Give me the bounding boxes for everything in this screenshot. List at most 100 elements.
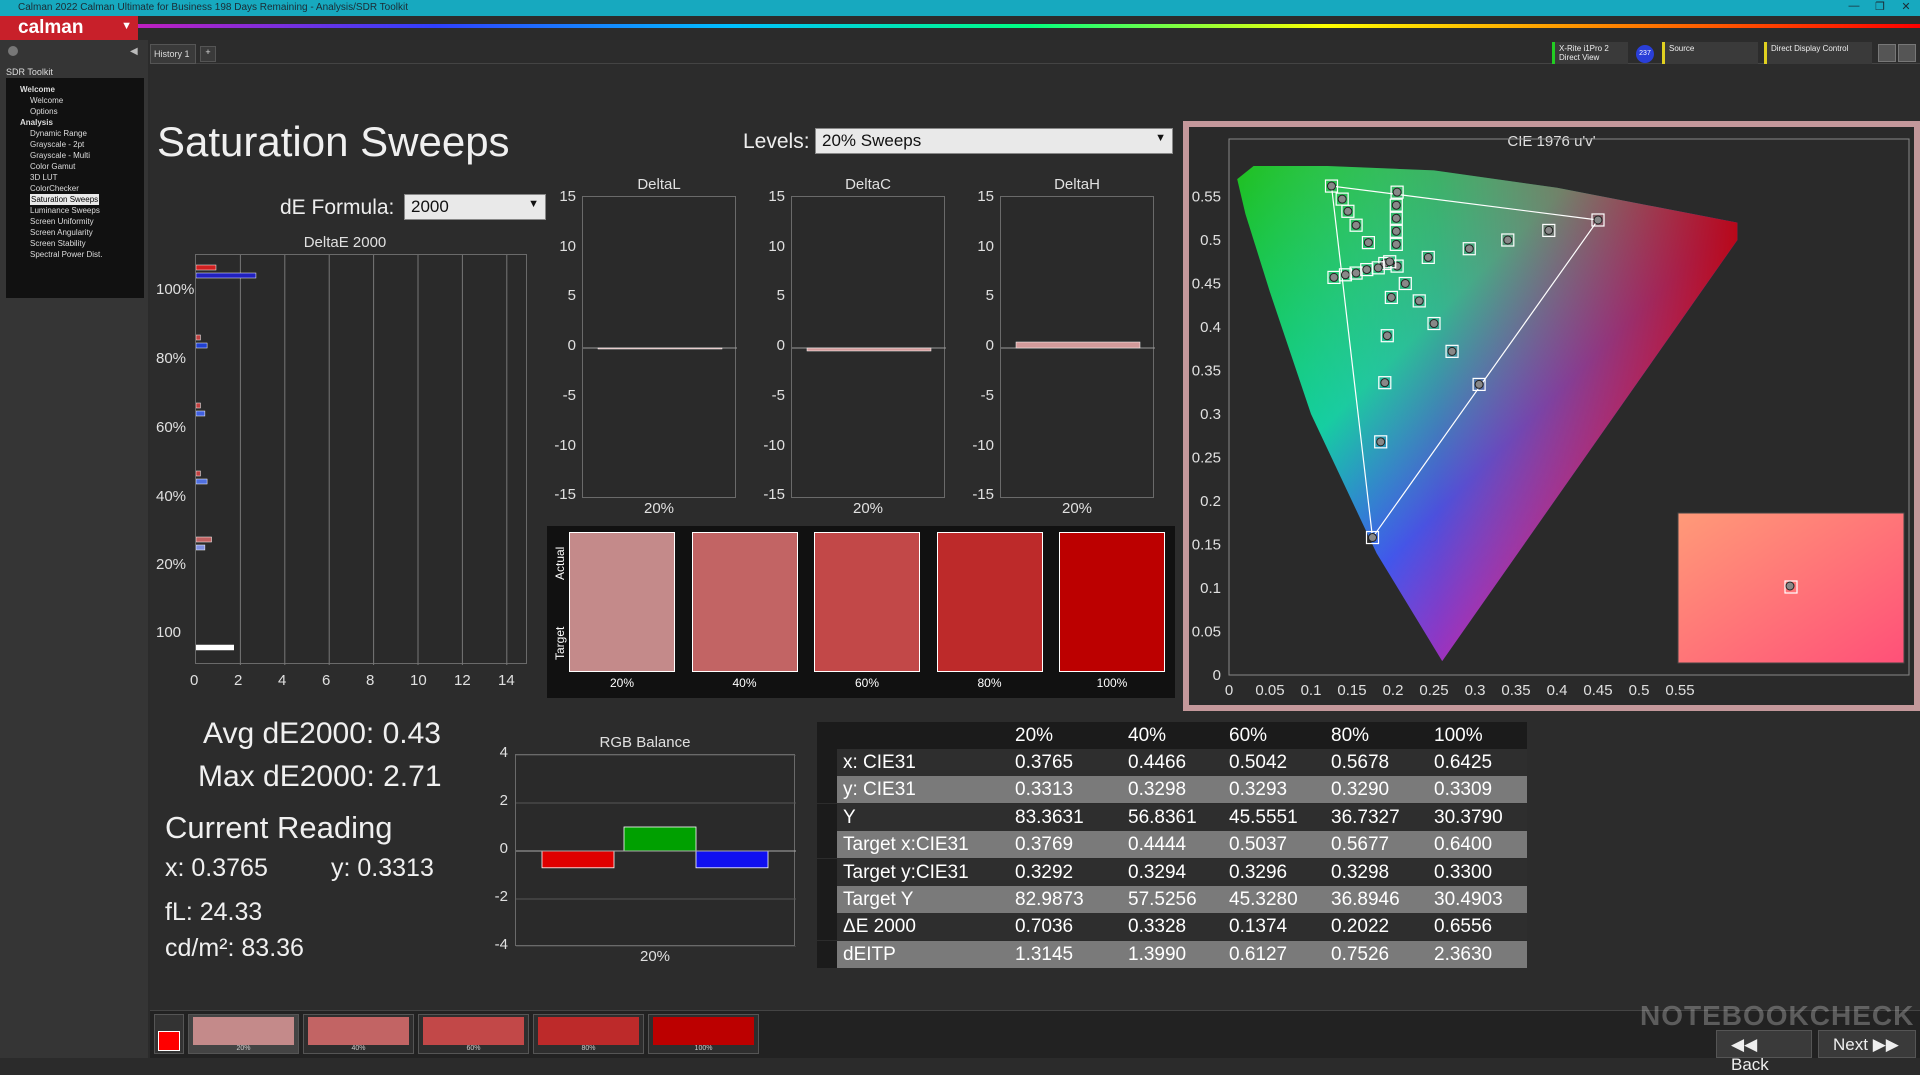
swatch-label: 80% — [977, 676, 1002, 690]
table-cell: 83.3631 — [1015, 806, 1084, 828]
rgb-y-tick: -2 — [494, 888, 508, 905]
delta-y-tick: -5 — [562, 386, 576, 404]
level-thumb-color — [653, 1017, 754, 1045]
cie-y-tick: 0.4 — [1200, 319, 1221, 336]
sidebar-item[interactable]: Color Gamut — [8, 161, 142, 172]
rgb-y-tick: 4 — [499, 744, 508, 761]
measured-point — [1414, 296, 1424, 306]
cie-y-tick: 0.55 — [1192, 189, 1221, 206]
de-formula-select[interactable]: 2000 ▼ — [404, 194, 546, 220]
level-thumb[interactable]: 80% — [533, 1014, 644, 1054]
sidebar-item[interactable]: Analysis — [8, 117, 142, 128]
rgb-y-tick: 0 — [499, 840, 508, 857]
sidebar-item-label: Screen Uniformity — [30, 217, 94, 226]
sidebar-item[interactable]: Dynamic Range — [8, 128, 142, 139]
collapse-left-icon[interactable]: ◀ — [130, 46, 138, 57]
deltae-bar — [195, 644, 234, 651]
spectral-locus-overlay — [1237, 166, 1738, 662]
table-cell: 56.8361 — [1128, 806, 1197, 828]
table-header-cell: 80% — [1331, 725, 1370, 746]
pin-icon[interactable] — [8, 46, 18, 56]
cie-x-tick: 0.55 — [1665, 682, 1694, 699]
sidebar-item[interactable]: Screen Uniformity — [8, 216, 142, 227]
measured-point — [1327, 181, 1336, 191]
measured-point — [1503, 235, 1513, 245]
sidebar-item[interactable]: Grayscale - 2pt — [8, 139, 142, 150]
table-cell: 36.8946 — [1331, 889, 1400, 910]
next-button[interactable]: Next ▶▶ — [1818, 1030, 1916, 1058]
source-selector[interactable]: Source — [1662, 42, 1758, 64]
delta-y-tick: 10 — [977, 237, 994, 255]
sidebar-item[interactable]: Luminance Sweeps — [8, 205, 142, 216]
sidebar-item[interactable]: Grayscale - Multi — [8, 150, 142, 161]
table-cell: 0.7036 — [1015, 916, 1074, 938]
maximize-button[interactable]: ❐ — [1866, 0, 1894, 13]
chevron-right-icon: ▶▶ — [1867, 1035, 1899, 1054]
display-name: Direct Display Control — [1771, 44, 1849, 53]
close-button[interactable]: ✕ — [1892, 0, 1920, 13]
levels-label: Levels: — [743, 130, 810, 153]
meter-selector[interactable]: X-Rite i1Pro 2 Direct View — [1552, 42, 1628, 64]
sidebar-item[interactable]: Welcome — [8, 95, 142, 106]
measured-point — [1329, 272, 1339, 282]
tab-history-1[interactable]: History 1 — [150, 44, 196, 64]
table-cell: 30.4903 — [1434, 889, 1503, 910]
sidebar-item-label: Spectral Power Dist. — [30, 250, 103, 259]
back-button[interactable]: ◀◀ Back — [1716, 1030, 1812, 1074]
chevron-down-icon: ▼ — [1155, 132, 1166, 144]
table-cell: 0.6400 — [1434, 834, 1493, 856]
sidebar-item[interactable]: Screen Angularity — [8, 227, 142, 238]
cie-zoom-inset — [1677, 512, 1905, 664]
cie-x-tick: 0.35 — [1501, 682, 1530, 699]
swatch-label: 40% — [732, 676, 757, 690]
delta-bar — [597, 347, 723, 350]
sidebar-item[interactable]: ColorChecker — [8, 183, 142, 194]
display-selector[interactable]: Direct Display Control — [1764, 42, 1872, 64]
sidebar-item[interactable]: 3D LUT — [8, 172, 142, 183]
level-thumb[interactable]: 60% — [418, 1014, 529, 1054]
sidebar-item[interactable]: Screen Stability — [8, 238, 142, 249]
row-gutter — [817, 831, 837, 859]
measured-point — [1376, 437, 1386, 447]
gear-icon[interactable] — [1898, 44, 1916, 62]
measured-point — [1362, 265, 1372, 275]
add-tab-button[interactable]: + — [200, 46, 216, 62]
measured-point — [1368, 533, 1377, 543]
calman-logo: calman — [18, 17, 84, 38]
sidebar-item[interactable]: Saturation Sweeps — [8, 194, 142, 205]
red-swatch-icon — [158, 1031, 180, 1051]
sidebar-item[interactable]: Options — [8, 106, 142, 117]
rgb-bar-g — [623, 826, 697, 852]
de-formula-label: dE Formula: — [280, 196, 395, 219]
minimize-button[interactable]: — — [1840, 0, 1868, 12]
app-menu-button[interactable]: calman ▼ — [0, 16, 138, 40]
level-thumb[interactable]: 40% — [303, 1014, 414, 1054]
sidebar-item[interactable]: Welcome — [8, 84, 142, 95]
delta-chart-plot — [792, 347, 946, 352]
sidebar-item-label: Grayscale - 2pt — [30, 140, 85, 149]
meter-mode: Direct View — [1559, 53, 1600, 62]
measured-point — [1392, 187, 1402, 197]
settings-icon[interactable] — [1878, 44, 1896, 62]
sidebar-item[interactable]: Spectral Power Dist. — [8, 249, 142, 260]
level-thumb[interactable]: 100% — [648, 1014, 759, 1054]
color-indicator[interactable] — [154, 1014, 184, 1054]
table-cell: 0.4466 — [1128, 752, 1187, 773]
measured-point — [1391, 226, 1401, 236]
delta-x-label: 20% — [1062, 500, 1093, 517]
deltae-x-tick: 12 — [454, 672, 471, 689]
sidebar-item-label: Analysis — [20, 118, 53, 127]
delta-y-tick: -10 — [554, 436, 576, 454]
color-swatch — [814, 532, 920, 672]
measured-point — [1400, 279, 1410, 288]
levels-select[interactable]: 20% Sweeps ▼ — [815, 128, 1173, 154]
meter-badge[interactable]: 237 — [1636, 45, 1654, 63]
swatch-label: 20% — [609, 676, 635, 690]
swatch-label: 60% — [854, 676, 880, 690]
delta-y-tick: 15 — [977, 188, 994, 205]
cie-y-tick: 0.2 — [1200, 493, 1221, 510]
deltae-chart — [195, 254, 527, 665]
table-cell: 36.7327 — [1331, 806, 1400, 828]
level-thumb[interactable]: 20% — [188, 1014, 299, 1054]
delta-chart — [582, 196, 737, 498]
